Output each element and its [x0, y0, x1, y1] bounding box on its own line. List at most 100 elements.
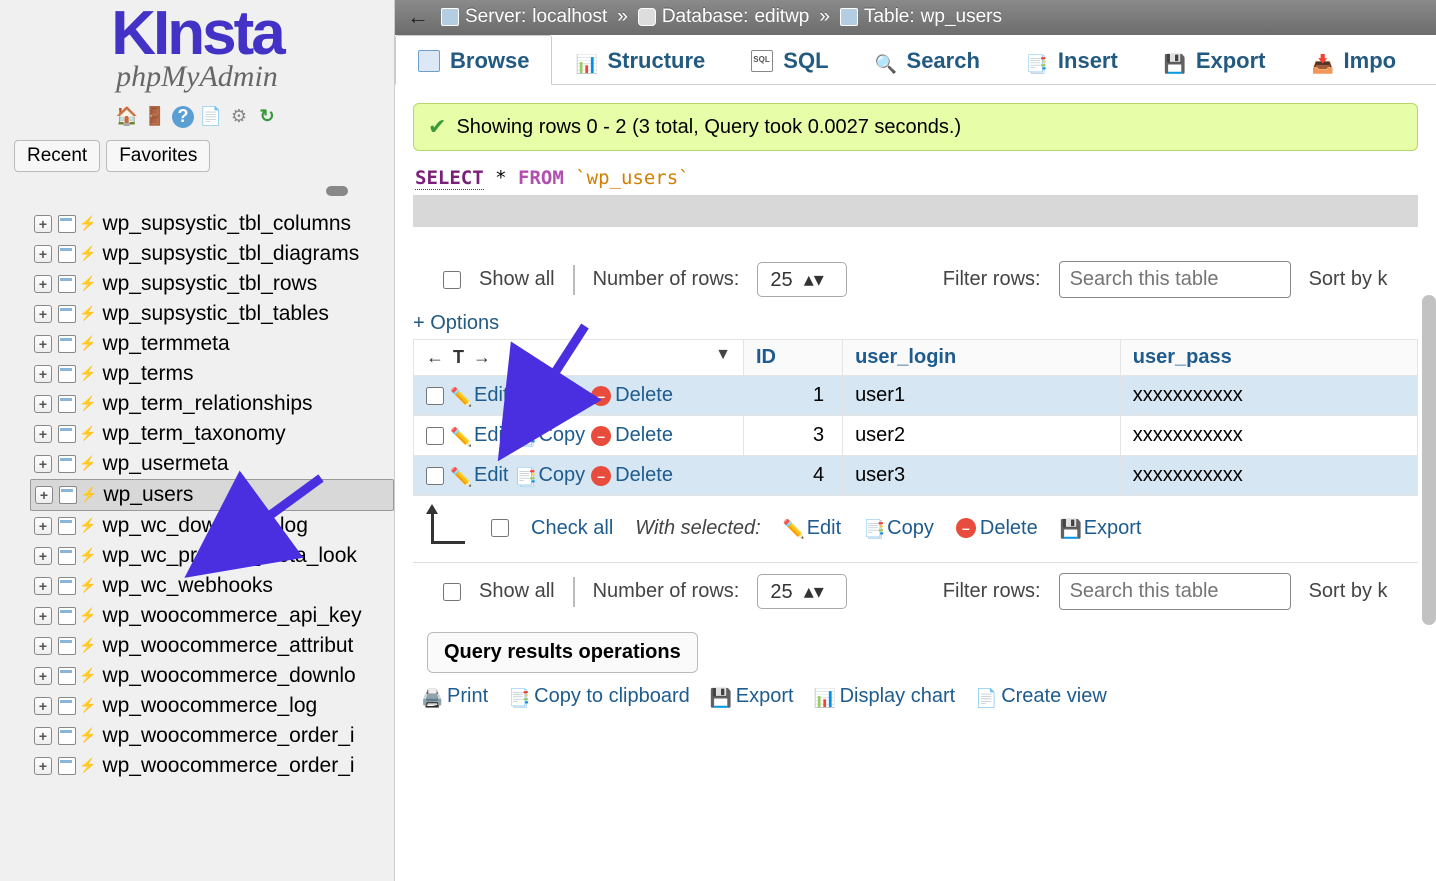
op-chart[interactable]: Display chart	[814, 685, 956, 708]
num-rows-select-2[interactable]: 25 ▴▾	[757, 574, 846, 609]
help-icon[interactable]: ?	[172, 106, 194, 128]
tree-item-wp_woocommerce_log[interactable]: +⚡wp_woocommerce_log	[30, 691, 394, 721]
lightning-icon: ⚡	[79, 727, 96, 744]
cell-id: 1	[744, 376, 843, 416]
num-rows-select[interactable]: 25 ▴▾	[757, 262, 846, 297]
tree-item-wp_term_taxonomy[interactable]: +⚡wp_term_taxonomy	[30, 419, 394, 449]
collapse-icon[interactable]	[326, 186, 348, 196]
row-edit[interactable]: Edit	[450, 424, 508, 447]
tree-item-wp_terms[interactable]: +⚡wp_terms	[30, 359, 394, 389]
expand-icon[interactable]: +	[34, 637, 52, 655]
bc-server[interactable]: localhost	[532, 6, 607, 28]
tree-item-wp_supsystic_tbl_rows[interactable]: +⚡wp_supsystic_tbl_rows	[30, 269, 394, 299]
tab-sql[interactable]: SQL	[728, 35, 851, 84]
expand-icon[interactable]: +	[34, 455, 52, 473]
expand-icon[interactable]: +	[34, 365, 52, 383]
expand-icon[interactable]: +	[34, 335, 52, 353]
tree-item-wp_woocommerce_attribut[interactable]: +⚡wp_woocommerce_attribut	[30, 631, 394, 661]
tab-search[interactable]: Search	[852, 35, 1003, 84]
tree-item-wp_supsystic_tbl_columns[interactable]: +⚡wp_supsystic_tbl_columns	[30, 209, 394, 239]
settings-icon[interactable]	[228, 106, 250, 128]
sort-arrows-icon[interactable]: ← T →	[426, 347, 493, 367]
options-toggle[interactable]: + Options	[413, 306, 1418, 337]
docs-icon[interactable]	[200, 106, 222, 128]
bulk-export[interactable]: Export	[1060, 517, 1142, 540]
expand-icon[interactable]: +	[34, 727, 52, 745]
tree-item-wp_users[interactable]: +⚡wp_users	[30, 479, 394, 511]
expand-icon[interactable]: +	[35, 486, 53, 504]
expand-icon[interactable]: +	[34, 547, 52, 565]
check-all-link[interactable]: Check all	[531, 517, 613, 540]
op-export[interactable]: Export	[710, 685, 794, 708]
logout-icon[interactable]	[144, 106, 166, 128]
col-user-login[interactable]: user_login	[843, 340, 1121, 376]
tab-export[interactable]: Export	[1141, 35, 1289, 84]
row-edit[interactable]: Edit	[450, 384, 508, 407]
row-copy[interactable]: Copy	[514, 424, 585, 447]
tree-item-wp_woocommerce_order_i[interactable]: +⚡wp_woocommerce_order_i	[30, 751, 394, 781]
expand-icon[interactable]: +	[34, 697, 52, 715]
expand-icon[interactable]: +	[34, 305, 52, 323]
tab-import[interactable]: Impo	[1289, 35, 1420, 84]
sort-dropdown-icon[interactable]: ▼	[715, 346, 731, 364]
expand-icon[interactable]: +	[34, 517, 52, 535]
row-checkbox[interactable]	[426, 387, 444, 405]
expand-icon[interactable]: +	[34, 757, 52, 775]
recent-button[interactable]: Recent	[14, 140, 100, 172]
row-copy[interactable]: Copy	[514, 384, 585, 407]
filter-search-input-2[interactable]	[1059, 573, 1291, 610]
tree-item-wp_usermeta[interactable]: +⚡wp_usermeta	[30, 449, 394, 479]
op-print[interactable]: Print	[421, 685, 488, 708]
row-copy[interactable]: Copy	[514, 464, 585, 487]
expand-icon[interactable]: +	[34, 275, 52, 293]
copy-icon	[514, 466, 534, 486]
tab-structure[interactable]: Structure	[552, 35, 728, 84]
arrow-up-icon	[431, 512, 465, 544]
tab-browse[interactable]: Browse	[395, 35, 552, 85]
bulk-edit[interactable]: Edit	[783, 517, 841, 540]
tree-item-wp_supsystic_tbl_diagrams[interactable]: +⚡wp_supsystic_tbl_diagrams	[30, 239, 394, 269]
tab-insert[interactable]: Insert	[1003, 35, 1141, 84]
expand-icon[interactable]: +	[34, 667, 52, 685]
expand-icon[interactable]: +	[34, 395, 52, 413]
tree-item-wp_wc_download_log[interactable]: +⚡wp_wc_download_log	[30, 511, 394, 541]
row-checkbox[interactable]	[426, 467, 444, 485]
tree-item-wp_term_relationships[interactable]: +⚡wp_term_relationships	[30, 389, 394, 419]
tree-item-wp_woocommerce_order_i[interactable]: +⚡wp_woocommerce_order_i	[30, 721, 394, 751]
reload-icon[interactable]	[256, 106, 278, 128]
expand-icon[interactable]: +	[34, 425, 52, 443]
sidebar: KInsta phpMyAdmin ? Recent Favorites +⚡w…	[0, 0, 395, 881]
expand-icon[interactable]: +	[34, 577, 52, 595]
show-all-checkbox-2[interactable]	[443, 583, 461, 601]
expand-icon[interactable]: +	[34, 607, 52, 625]
bc-table[interactable]: wp_users	[921, 6, 1002, 28]
table-tree[interactable]: +⚡wp_supsystic_tbl_columns+⚡wp_supsystic…	[0, 201, 394, 881]
op-copy-clipboard[interactable]: Copy to clipboard	[508, 685, 690, 708]
row-delete[interactable]: Delete	[591, 384, 673, 407]
col-user-pass[interactable]: user_pass	[1120, 340, 1417, 376]
tree-item-wp_wc_product_meta_look[interactable]: +⚡wp_wc_product_meta_look	[30, 541, 394, 571]
row-edit[interactable]: Edit	[450, 464, 508, 487]
tree-item-wp_woocommerce_downlo[interactable]: +⚡wp_woocommerce_downlo	[30, 661, 394, 691]
expand-icon[interactable]: +	[34, 245, 52, 263]
op-view[interactable]: Create view	[975, 685, 1107, 708]
tree-item-wp_supsystic_tbl_tables[interactable]: +⚡wp_supsystic_tbl_tables	[30, 299, 394, 329]
row-delete[interactable]: Delete	[591, 464, 673, 487]
tree-item-wp_woocommerce_api_key[interactable]: +⚡wp_woocommerce_api_key	[30, 601, 394, 631]
bulk-delete[interactable]: Delete	[956, 517, 1038, 540]
expand-icon[interactable]: +	[34, 215, 52, 233]
bc-db[interactable]: editwp	[754, 6, 809, 28]
tree-item-wp_termmeta[interactable]: +⚡wp_termmeta	[30, 329, 394, 359]
show-all-checkbox[interactable]	[443, 271, 461, 289]
back-button[interactable]: ←	[401, 4, 435, 30]
favorites-button[interactable]: Favorites	[106, 140, 210, 172]
bc-db-label: Database:	[662, 6, 749, 28]
row-delete[interactable]: Delete	[591, 424, 673, 447]
home-icon[interactable]	[116, 106, 138, 128]
row-checkbox[interactable]	[426, 427, 444, 445]
check-all-checkbox[interactable]	[491, 519, 509, 537]
tree-item-wp_wc_webhooks[interactable]: +⚡wp_wc_webhooks	[30, 571, 394, 601]
col-id[interactable]: ID	[744, 340, 843, 376]
filter-search-input[interactable]	[1059, 261, 1291, 298]
bulk-copy[interactable]: Copy	[863, 517, 934, 540]
